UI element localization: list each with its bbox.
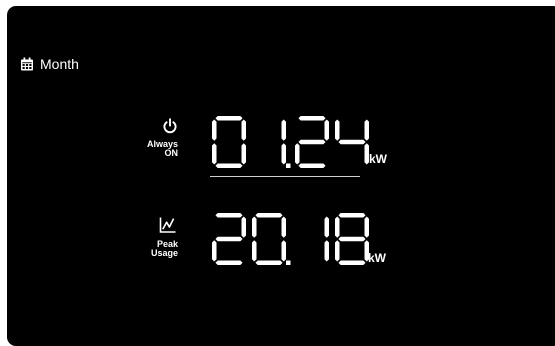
always-on-value-digit-2-segment-g xyxy=(298,139,326,145)
peak-usage-value-decimal-point xyxy=(286,260,291,265)
calendar-icon xyxy=(21,57,33,71)
power-icon xyxy=(163,118,177,134)
peak-usage-value-digit-3-segment-b xyxy=(364,216,369,238)
always-on-value-digit-0-segment-d xyxy=(215,163,243,168)
always-on-value-display xyxy=(212,116,369,168)
always-on-value-digit-1-segment-c xyxy=(281,143,286,165)
peak-usage-value-digit-1-segment-d xyxy=(255,260,283,265)
always-on-value-digit-2-segment-b xyxy=(324,119,329,141)
always-on-label-line2: ON xyxy=(164,148,179,158)
peak-usage-value-display xyxy=(212,213,369,265)
peak-usage-value-digit-0-segment-g xyxy=(215,236,243,242)
peak-usage-value-digit-0-segment-e xyxy=(212,240,217,262)
always-on-value-digit-0 xyxy=(212,116,246,168)
always-on-unit: kW xyxy=(369,152,387,166)
peak-usage-value-digit-3-segment-d xyxy=(338,260,366,265)
always-on-value-digit-0-segment-a xyxy=(215,116,243,121)
line-chart-icon xyxy=(159,217,176,233)
always-on-value-digit-2 xyxy=(295,116,329,168)
peak-usage-value-digit-1-segment-f xyxy=(252,216,257,238)
always-on-value-digit-0-segment-c xyxy=(241,143,246,165)
peak-usage-label: Peak Usage xyxy=(128,240,178,258)
peak-usage-value-digit-0-segment-b xyxy=(241,216,246,238)
always-on-value-digit-0-segment-f xyxy=(212,119,217,141)
always-on-value-digit-2-segment-a xyxy=(298,116,326,121)
always-on-label: Always ON xyxy=(128,140,178,158)
peak-usage-value-digit-3-segment-g xyxy=(338,236,366,242)
always-on-value-digit-2-segment-e xyxy=(295,143,300,165)
peak-usage-value-digit-1-segment-b xyxy=(281,216,286,238)
always-on-value-digit-1-segment-b xyxy=(281,119,286,141)
peak-usage-value-digit-1 xyxy=(252,213,286,265)
peak-usage-value-digit-2 xyxy=(324,216,329,262)
period-label: Month xyxy=(40,56,79,72)
always-on-value-digit-3-segment-b xyxy=(364,119,369,141)
always-on-value-digit-0-segment-e xyxy=(212,143,217,165)
peak-usage-unit: kW xyxy=(368,251,386,265)
peak-usage-value-digit-3-segment-f xyxy=(335,216,340,238)
peak-usage-value-digit-1-segment-a xyxy=(255,213,283,218)
divider xyxy=(210,176,360,177)
peak-usage-value-digit-3-segment-a xyxy=(338,213,366,218)
peak-usage-value-digit-2-segment-b xyxy=(324,216,329,238)
peak-usage-value-digit-3 xyxy=(335,213,369,265)
peak-usage-value-digit-1-segment-e xyxy=(252,240,257,262)
period-selector[interactable]: Month xyxy=(20,56,79,72)
always-on-value-digit-1 xyxy=(281,119,286,165)
peak-usage-value-digit-0-segment-d xyxy=(215,260,243,265)
peak-usage-value-digit-0-segment-a xyxy=(215,213,243,218)
peak-usage-label-line2: Usage xyxy=(150,248,178,258)
always-on-value-decimal-point xyxy=(286,163,291,168)
peak-usage-value-digit-2-segment-c xyxy=(324,240,329,262)
peak-usage-value-digit-3-segment-e xyxy=(335,240,340,262)
peak-usage-value-digit-1-segment-c xyxy=(281,240,286,262)
always-on-value-digit-3-segment-f xyxy=(335,119,340,141)
peak-usage-value-digit-0 xyxy=(212,213,246,265)
always-on-value-digit-2-segment-d xyxy=(298,163,326,168)
always-on-value-digit-0-segment-b xyxy=(241,119,246,141)
always-on-value-digit-3-segment-g xyxy=(338,139,366,145)
energy-usage-panel: Month Always ON kW Peak Usage kW xyxy=(7,6,555,346)
always-on-value-digit-3 xyxy=(335,119,369,165)
